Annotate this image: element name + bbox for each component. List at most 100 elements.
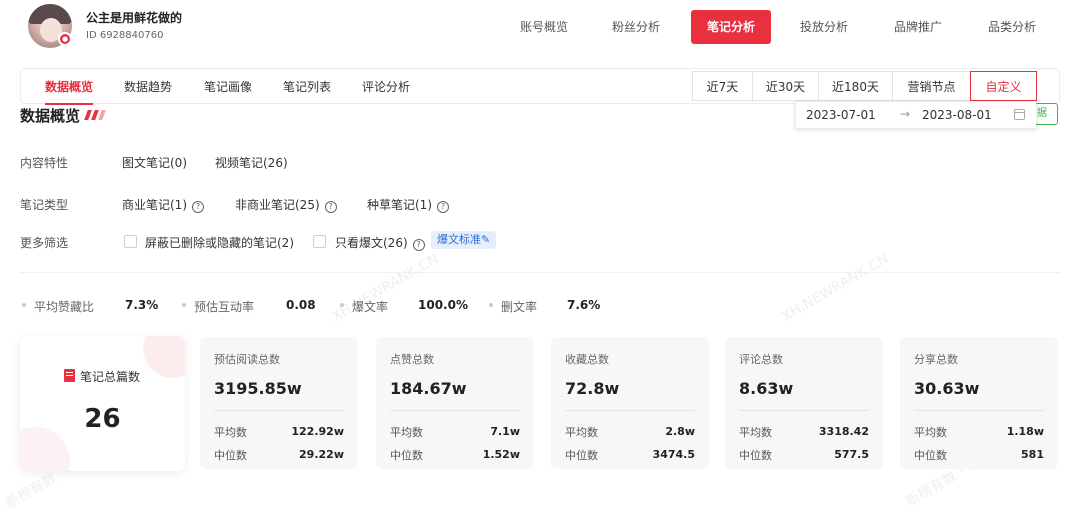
stat-label-interaction-rate: 预估互动率	[194, 300, 255, 314]
avg-value: 1.18w	[1006, 425, 1044, 438]
median-value: 29.22w	[299, 448, 344, 461]
user-name: 公主是用鲜花做的	[86, 11, 183, 25]
filter-video-notes[interactable]: 视频笔记(26)	[215, 154, 288, 171]
range-custom-button[interactable]: 自定义	[970, 71, 1037, 101]
filter-noncommercial-notes[interactable]: 非商业笔记(25)?	[235, 196, 337, 213]
stat-value-deletion-rate: 7.6%	[567, 298, 601, 312]
tab-note-profile[interactable]: 笔记画像	[204, 69, 252, 105]
watermark: XH.NEWRANK.CN	[779, 250, 892, 326]
median-value: 1.52w	[482, 448, 520, 461]
metric-label: 分享总数	[914, 353, 958, 366]
card-divider	[390, 410, 520, 411]
section-title: 数据概览	[20, 107, 81, 125]
stat-value-like-save-ratio: 7.3%	[125, 298, 159, 312]
stat-label-like-save-ratio: 平均赞藏比	[34, 300, 95, 314]
arrow-right-icon: →	[900, 107, 911, 121]
avg-value: 3318.42	[818, 425, 869, 438]
median-label: 中位数	[214, 449, 247, 462]
bullet-icon	[489, 303, 493, 307]
total-notes-label: 笔记总篇数	[80, 370, 141, 384]
metric-value: 30.63w	[914, 379, 980, 398]
filter-seeding-notes-label: 种草笔记(1)	[367, 198, 432, 212]
export-data-button[interactable]: 据	[1036, 103, 1058, 125]
median-value: 581	[1021, 448, 1044, 461]
avg-value: 2.8w	[665, 425, 695, 438]
metric-value: 72.8w	[565, 379, 620, 398]
metric-card-saves: 收藏总数 72.8w 平均数 2.8w 中位数 3474.5	[551, 337, 709, 469]
median-value: 577.5	[834, 448, 869, 461]
nav-ads-analysis[interactable]: 投放分析	[789, 10, 859, 44]
filter-noncommercial-notes-label: 非商业笔记(25)	[235, 198, 320, 212]
median-label: 中位数	[565, 449, 598, 462]
stat-label-viral-rate: 爆文率	[352, 300, 389, 314]
viral-only-option[interactable]: 只看爆文(26)?	[335, 234, 425, 251]
nav-fans-analysis[interactable]: 粉丝分析	[601, 10, 671, 44]
nav-notes-analysis[interactable]: 笔记分析	[691, 10, 771, 44]
card-decoration	[143, 336, 185, 378]
platform-badge-icon: ●	[58, 32, 72, 46]
metric-card-likes: 点赞总数 184.67w 平均数 7.1w 中位数 1.52w	[376, 337, 534, 469]
bullet-icon	[340, 303, 344, 307]
card-divider	[565, 410, 695, 411]
tab-note-list[interactable]: 笔记列表	[283, 69, 331, 105]
help-icon[interactable]: ?	[437, 201, 449, 213]
metric-label: 收藏总数	[565, 353, 609, 366]
viral-standard-tag[interactable]: 爆文标准✎	[431, 231, 497, 249]
help-icon[interactable]: ?	[192, 201, 204, 213]
metric-card-reads: 预估阅读总数 3195.85w 平均数 122.92w 中位数 29.22w	[200, 337, 358, 469]
hide-deleted-checkbox[interactable]	[124, 235, 137, 248]
nav-category-analysis[interactable]: 品类分析	[977, 10, 1047, 44]
date-end-input[interactable]: 2023-08-01	[922, 108, 992, 122]
stat-value-viral-rate: 100.0%	[418, 298, 468, 312]
metric-card-comments: 评论总数 8.63w 平均数 3318.42 中位数 577.5	[725, 337, 883, 469]
notebook-icon	[64, 369, 75, 382]
total-notes-value: 26	[84, 404, 121, 434]
metric-card-shares: 分享总数 30.63w 平均数 1.18w 中位数 581	[900, 337, 1058, 469]
card-divider	[739, 410, 869, 411]
avg-value: 7.1w	[490, 425, 520, 438]
median-label: 中位数	[914, 449, 947, 462]
help-icon[interactable]: ?	[412, 239, 425, 251]
tab-data-overview[interactable]: 数据概览	[45, 69, 94, 105]
range-7-days-button[interactable]: 近7天	[692, 71, 753, 101]
viral-only-checkbox[interactable]	[313, 235, 326, 248]
range-30-days-button[interactable]: 近30天	[752, 71, 819, 101]
median-value: 3474.5	[652, 448, 695, 461]
help-icon[interactable]: ?	[324, 201, 337, 213]
stat-label-deletion-rate: 删文率	[501, 300, 538, 314]
date-range-picker[interactable]: 2023-07-01 → 2023-08-01	[795, 101, 1037, 129]
median-label: 中位数	[390, 449, 423, 462]
median-label: 中位数	[739, 449, 772, 462]
avg-label: 平均数	[390, 426, 423, 439]
metric-value: 3195.85w	[214, 379, 302, 398]
tab-data-trend[interactable]: 数据趋势	[124, 69, 172, 105]
filter-label-more: 更多筛选	[20, 236, 69, 250]
avg-label: 平均数	[565, 426, 598, 439]
filter-label-content: 内容特性	[20, 156, 69, 170]
filter-commercial-notes[interactable]: 商业笔记(1)?	[122, 196, 204, 213]
filter-commercial-notes-label: 商业笔记(1)	[122, 198, 187, 212]
filter-seeding-notes[interactable]: 种草笔记(1)?	[367, 196, 449, 213]
metric-label: 点赞总数	[390, 353, 434, 366]
range-marketing-node-button[interactable]: 营销节点	[892, 71, 971, 101]
metric-label: 评论总数	[739, 353, 783, 366]
title-decoration-icon	[84, 110, 106, 120]
bullet-icon	[22, 303, 26, 307]
top-header: ● 公主是用鲜花做的 ID 6928840760 账号概览 粉丝分析 笔记分析 …	[0, 0, 1080, 60]
filter-image-notes[interactable]: 图文笔记(0)	[122, 154, 187, 171]
tab-comment-analysis[interactable]: 评论分析	[362, 69, 410, 105]
total-notes-card: 笔记总篇数 26	[20, 336, 185, 471]
viral-only-label: 只看爆文(26)	[335, 236, 408, 250]
avg-label: 平均数	[214, 426, 247, 439]
card-divider	[214, 410, 344, 411]
stat-value-interaction-rate: 0.08	[286, 298, 316, 312]
range-180-days-button[interactable]: 近180天	[818, 71, 893, 101]
metric-label: 预估阅读总数	[214, 353, 280, 366]
bullet-icon	[182, 303, 186, 307]
date-start-input[interactable]: 2023-07-01	[806, 108, 876, 122]
hide-deleted-label[interactable]: 屏蔽已删除或隐藏的笔记(2)	[145, 234, 294, 251]
calendar-icon[interactable]	[1014, 109, 1025, 120]
nav-account-overview[interactable]: 账号概览	[509, 10, 579, 44]
divider	[20, 272, 1060, 273]
nav-brand-promotion[interactable]: 品牌推广	[883, 10, 953, 44]
